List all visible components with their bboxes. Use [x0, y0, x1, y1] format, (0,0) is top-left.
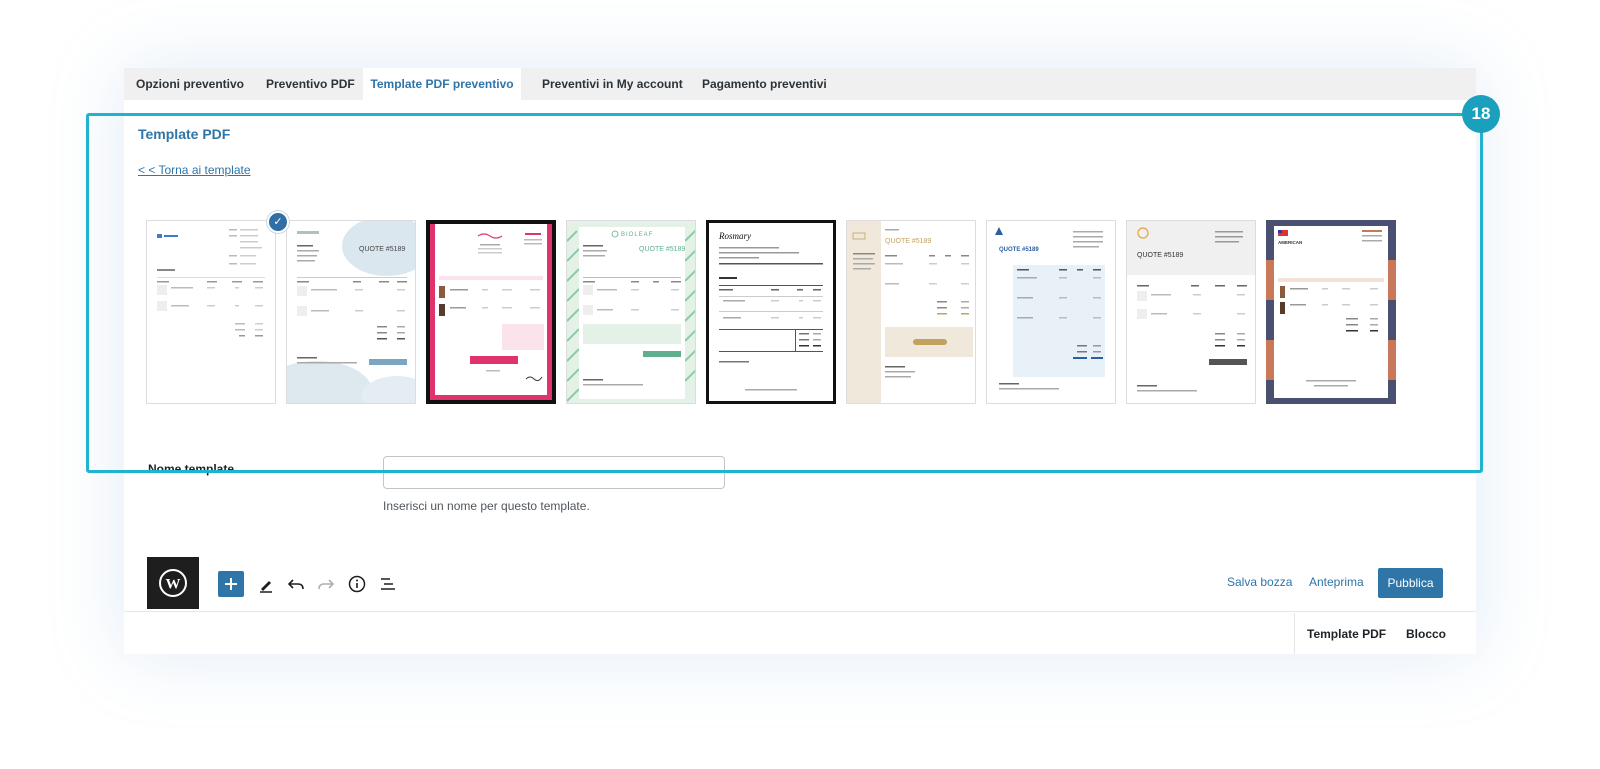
template-6-heading: QUOTE #5189 [885, 238, 931, 245]
tab-preventivo-pdf[interactable]: Preventivo PDF [266, 68, 355, 100]
tab-pagamento-preventivi[interactable]: Pagamento preventivi [702, 68, 827, 100]
template-name-help: Inserisci un nome per questo template. [383, 499, 590, 513]
sidebar-tabs: Template PDF Blocco [1294, 613, 1476, 654]
settings-tab-bar: Opzioni preventivo Preventivo PDF Templa… [124, 68, 1476, 100]
sidebar-tab-blocco[interactable]: Blocco [1406, 627, 1446, 641]
template-6-preview: QUOTE #5189 [847, 221, 973, 403]
redo-icon[interactable] [313, 571, 339, 597]
template-8-heading: QUOTE #5189 [1137, 252, 1183, 259]
tab-opzioni-preventivo[interactable]: Opzioni preventivo [136, 68, 244, 100]
info-icon[interactable] [344, 571, 370, 597]
template-5-brand: Rosmary [718, 231, 751, 241]
back-to-templates-link[interactable]: < < Torna ai template [138, 163, 251, 177]
publish-button[interactable]: Pubblica [1378, 568, 1443, 598]
sidebar-tab-template-pdf[interactable]: Template PDF [1307, 627, 1386, 641]
tab-template-pdf-preventivo[interactable]: Template PDF preventivo [363, 68, 521, 100]
undo-icon[interactable] [283, 571, 309, 597]
section-title: Template PDF [138, 126, 231, 142]
template-3-preview [430, 224, 552, 400]
svg-text:W: W [166, 577, 181, 593]
screenshot-stage: Opzioni preventivo Preventivo PDF Templa… [0, 0, 1600, 769]
template-thumbnail-4[interactable]: BIOLEAF QUOTE #5189 [566, 220, 696, 404]
preview-button[interactable]: Anteprima [1309, 575, 1364, 589]
template-4-heading: QUOTE #5189 [639, 246, 685, 253]
selected-check-icon: ✓ [267, 211, 289, 233]
tab-preventivi-my-account[interactable]: Preventivi in My account [542, 68, 683, 100]
template-9-brand: AMERICAN [1278, 240, 1302, 245]
callout-number-badge: 18 [1462, 95, 1500, 133]
template-2-heading: QUOTE #5189 [359, 246, 405, 253]
template-thumbnail-9[interactable]: AMERICAN [1266, 220, 1396, 404]
template-thumbnail-2[interactable]: QUOTE #5189 [286, 220, 416, 404]
plus-icon[interactable] [218, 571, 244, 597]
template-thumbnail-7[interactable]: QUOTE #5189 [986, 220, 1116, 404]
template-thumbnail-5[interactable]: Rosmary [706, 220, 836, 404]
list-view-icon[interactable] [375, 571, 401, 597]
template-thumbnail-1[interactable] [146, 220, 276, 404]
template-1-preview [157, 229, 265, 337]
template-7-heading: QUOTE #5189 [999, 247, 1039, 253]
template-4-preview: BIOLEAF QUOTE #5189 [567, 221, 695, 403]
template-name-input[interactable] [383, 456, 725, 489]
template-thumbnail-3[interactable] [426, 220, 556, 404]
template-name-label: Nome template [148, 462, 235, 476]
template-9-preview: AMERICAN [1266, 220, 1396, 404]
template-thumbnail-8[interactable]: QUOTE #5189 [1126, 220, 1256, 404]
wordpress-icon[interactable]: W [147, 557, 199, 609]
template-thumbnail-6[interactable]: QUOTE #5189 [846, 220, 976, 404]
pencil-icon[interactable] [253, 571, 279, 597]
save-draft-button[interactable]: Salva bozza [1227, 575, 1292, 589]
template-8-preview: QUOTE #5189 [1127, 221, 1255, 392]
template-4-brand: BIOLEAF [621, 232, 653, 238]
template-2-preview: QUOTE #5189 [287, 221, 415, 403]
editor-toolbar: W Salva bozza Anteprima Pubblica [124, 557, 1476, 612]
template-5-preview: Rosmary [718, 231, 823, 391]
template-7-preview: QUOTE #5189 [995, 227, 1105, 390]
settings-panel: Opzioni preventivo Preventivo PDF Templa… [124, 68, 1476, 654]
